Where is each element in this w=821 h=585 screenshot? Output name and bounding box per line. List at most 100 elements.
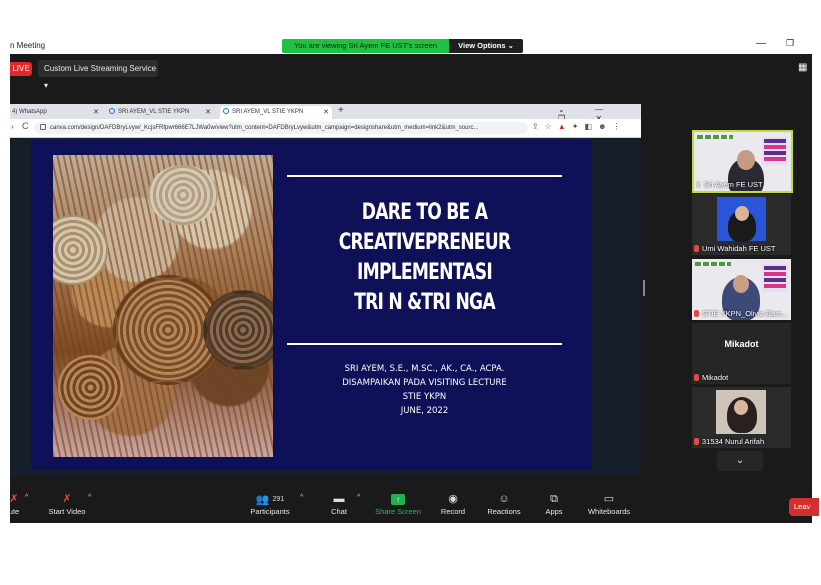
chat-icon: ▬	[333, 493, 345, 505]
live-badge[interactable]: LIVE	[10, 62, 32, 76]
share-screen-button[interactable]: ↑ Share Screen	[373, 492, 423, 516]
extensions-icon[interactable]: ✦	[572, 122, 585, 131]
meeting-area: LIVE Custom Live Streaming Service ▾ ▦ 4…	[9, 54, 819, 523]
woven-bags-photo	[53, 155, 273, 457]
muted-mic-icon	[694, 245, 699, 252]
slide-subtitle-line: STIE YKPN	[402, 392, 447, 402]
creative-brand-banner	[762, 137, 788, 165]
record-button[interactable]: ◉ Record	[436, 492, 470, 516]
lock-icon	[40, 124, 46, 131]
window-title-bar: n Meeting You are viewing Sri Ayem FE US…	[10, 38, 812, 54]
tab-label: SRI AYEM_VL STIE YKPN	[232, 109, 304, 115]
participants-label: Participants	[250, 507, 290, 516]
screen-share-banner-text: You are viewing Sri Ayem FE UST's screen	[293, 41, 438, 50]
participant-tile-nurul-arifah[interactable]: 31534 Nurul Arifah	[692, 387, 791, 448]
participant-name: 31534 Nurul Arifah	[694, 437, 764, 446]
tab-label: SRI AYEM_VL STIE YKPN	[118, 109, 190, 115]
tab-close-icon[interactable]: ✕	[205, 106, 211, 119]
slide-title-line: IMPLEMENTASI	[357, 260, 493, 285]
slide-title-line: CREATIVEPRENEUR	[338, 230, 511, 255]
creative-brand-banner	[762, 264, 788, 292]
apps-label: Apps	[545, 507, 563, 516]
participants-button[interactable]: 👥 291 Participants	[246, 492, 294, 516]
participant-display-name: Mikadot	[724, 339, 759, 349]
slide-divider-top	[287, 175, 562, 177]
slide-divider-bottom	[287, 343, 562, 345]
start-video-button[interactable]: ✗ Start Video	[46, 492, 88, 516]
reload-icon[interactable]: C	[22, 121, 29, 131]
presentation-slide: DARE TO BE A CREATIVEPRENEUR IMPLEMENTAS…	[31, 140, 592, 470]
muted-mic-icon	[694, 438, 699, 445]
participant-tile-umi-wahidah[interactable]: Umi Wahidah FE UST	[692, 194, 791, 255]
record-label: Record	[440, 507, 466, 516]
apps-button[interactable]: ⧉ Apps	[540, 492, 568, 516]
browser-toolbar-icons: ⇪☆▲✦◧☻⋮	[532, 122, 626, 131]
minimize-icon[interactable]: —	[756, 38, 766, 49]
chat-options-caret-icon[interactable]: ^	[357, 494, 360, 501]
whiteboards-label: Whiteboards	[587, 507, 631, 516]
share-page-icon[interactable]: ⇪	[532, 122, 545, 131]
partner-logos	[695, 262, 731, 266]
address-bar[interactable]: canva.com/design/DAFDBryLvyw/_KcjsFRfpwr…	[34, 122, 528, 134]
slide-title: DARE TO BE A CREATIVEPRENEUR IMPLEMENTAS…	[317, 198, 532, 318]
profile-icon[interactable]: ☻	[598, 122, 612, 131]
browser-address-row: › C canva.com/design/DAFDBryLvyw/_KcjsFR…	[10, 119, 641, 138]
browser-menu-icon[interactable]: ⋮	[612, 122, 626, 131]
forward-icon[interactable]: ›	[11, 122, 14, 131]
participant-face	[735, 206, 749, 221]
muted-mic-icon	[694, 310, 699, 317]
reactions-button[interactable]: ☺ Reactions	[484, 492, 524, 516]
apps-icon: ⧉	[550, 493, 558, 505]
slide-subtitle-line: DISAMPAIKAN PADA VISITING LECTURE	[342, 378, 507, 388]
maximize-icon[interactable]: ❐	[786, 38, 794, 49]
window-title: n Meeting	[10, 41, 46, 50]
tab-close-icon[interactable]: ✕	[323, 106, 329, 119]
leave-button[interactable]: Leav	[789, 498, 819, 516]
participant-name: Mikadot	[694, 373, 728, 382]
muted-mic-icon	[694, 374, 699, 381]
video-options-caret-icon[interactable]: ^	[88, 494, 91, 501]
slide-subtitle: SRI AYEM, S.E., M.SC., AK., CA., ACPA. D…	[287, 362, 562, 418]
address-url: canva.com/design/DAFDBryLvyw/_KcjsFRfpwr…	[50, 125, 479, 131]
canva-favicon-icon	[109, 107, 115, 114]
side-panel-icon[interactable]: ◧	[585, 122, 599, 131]
rattan-bag-image	[53, 215, 108, 285]
muted-mic-icon: ✗	[9, 493, 19, 505]
participant-tile-mikadot[interactable]: Mikadot Mikadot	[692, 323, 791, 384]
participants-icon: 👥 291	[255, 494, 285, 506]
whiteboard-icon: ▭	[603, 493, 615, 505]
canva-view-page: DARE TO BE A CREATIVEPRENEUR IMPLEMENTAS…	[10, 138, 641, 476]
whiteboards-button[interactable]: ▭ Whiteboards	[584, 492, 634, 516]
mute-button[interactable]: ✗ ute	[4, 492, 24, 516]
gallery-scroll-down-icon[interactable]: ⌄	[717, 451, 763, 471]
participant-name: Sri Ayem FE UST	[696, 180, 763, 189]
grid-view-icon[interactable]: ▦	[798, 62, 807, 73]
record-icon: ◉	[448, 493, 458, 505]
slide-subtitle-line: JUNE, 2022	[400, 406, 449, 416]
canva-favicon-icon	[223, 107, 229, 114]
chat-button[interactable]: ▬ Chat	[323, 492, 355, 516]
share-screen-label: Share Screen	[375, 507, 421, 516]
panel-splitter-handle[interactable]	[643, 280, 645, 296]
browser-tab-strip: 4) WhatsApp ✕ SRI AYEM_VL STIE YKPN ✕ SR…	[10, 104, 641, 123]
mute-label: ute	[8, 507, 20, 516]
slide-subtitle-line: SRI AYEM, S.E., M.SC., AK., CA., ACPA.	[344, 364, 505, 374]
new-tab-button[interactable]: +	[338, 105, 344, 116]
mic-icon	[696, 181, 701, 188]
slide-title-line: DARE TO BE A	[361, 200, 488, 225]
participant-tile-stie-ykpn-olivia[interactable]: STIE YKPN_Olivia Barc...	[692, 259, 791, 320]
pdf-extension-icon[interactable]: ▲	[558, 122, 572, 131]
bookmark-star-icon[interactable]: ☆	[545, 122, 558, 131]
video-off-icon: ✗	[62, 493, 72, 505]
partner-logos	[697, 135, 733, 139]
participant-tile-sri-ayem[interactable]: Sri Ayem FE UST	[692, 130, 793, 193]
browser-tab-whatsapp[interactable]: 4) WhatsApp ✕	[10, 106, 102, 119]
browser-tab-canva-active[interactable]: SRI AYEM_VL STIE YKPN ✕	[220, 106, 332, 119]
participants-options-caret-icon[interactable]: ^	[300, 494, 303, 501]
browser-tab-canva-1[interactable]: SRI AYEM_VL STIE YKPN ✕	[106, 106, 214, 119]
custom-live-streaming-button[interactable]: Custom Live Streaming Service ▾	[38, 60, 158, 90]
share-screen-icon: ↑	[373, 492, 423, 507]
tab-close-icon[interactable]: ✕	[93, 106, 99, 119]
mute-options-caret-icon[interactable]: ^	[25, 494, 28, 501]
view-options-button[interactable]: View Options ⌄	[449, 39, 523, 53]
